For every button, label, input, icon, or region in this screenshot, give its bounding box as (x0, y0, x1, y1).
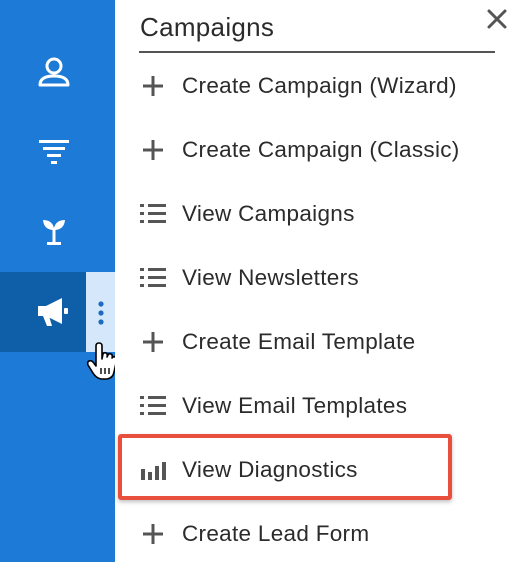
sidebar-item-campaigns[interactable] (0, 272, 86, 352)
user-icon (38, 57, 70, 87)
campaigns-more-button[interactable] (86, 272, 115, 352)
plus-icon (138, 519, 168, 549)
sidebar-item-contacts[interactable] (0, 40, 115, 104)
menu-item-view-newsletters[interactable]: View Newsletters (130, 250, 490, 306)
menu-item-create-campaign-wizard[interactable]: Create Campaign (Wizard) (130, 58, 490, 114)
menu-item-view-email-templates[interactable]: View Email Templates (130, 378, 490, 434)
close-icon[interactable] (484, 6, 510, 32)
menu-item-label: View Campaigns (182, 201, 355, 226)
menu-item-view-campaigns[interactable]: View Campaigns (130, 186, 490, 242)
sidebar-item-leads[interactable] (0, 120, 115, 184)
menu-item-label: View Newsletters (182, 265, 359, 290)
filter-icon (39, 140, 69, 164)
menu-item-label: View Email Templates (182, 393, 408, 418)
menu-item-label: Create Campaign (Classic) (182, 137, 460, 162)
plant-icon (43, 220, 65, 245)
menu-item-label: Create Campaign (Wizard) (182, 73, 457, 98)
highlight-box (118, 434, 452, 500)
more-vertical-icon (98, 301, 104, 325)
list-icon (138, 391, 168, 421)
panel-title: Campaigns (140, 12, 275, 42)
menu-item-create-lead-form[interactable]: Create Lead Form (130, 506, 490, 562)
list-icon (138, 199, 168, 229)
list-icon (138, 263, 168, 293)
menu-item-label: Create Lead Form (182, 521, 370, 546)
sidebar (0, 0, 115, 562)
sidebar-item-opportunities[interactable] (0, 198, 115, 262)
menu-item-label: Create Email Template (182, 329, 416, 354)
plus-icon (138, 327, 168, 357)
plus-icon (138, 71, 168, 101)
menu-item-create-email-template[interactable]: Create Email Template (130, 314, 490, 370)
menu-item-create-campaign-classic[interactable]: Create Campaign (Classic) (130, 122, 490, 178)
megaphone-icon (38, 298, 68, 326)
plus-icon (138, 135, 168, 165)
divider (139, 51, 495, 53)
